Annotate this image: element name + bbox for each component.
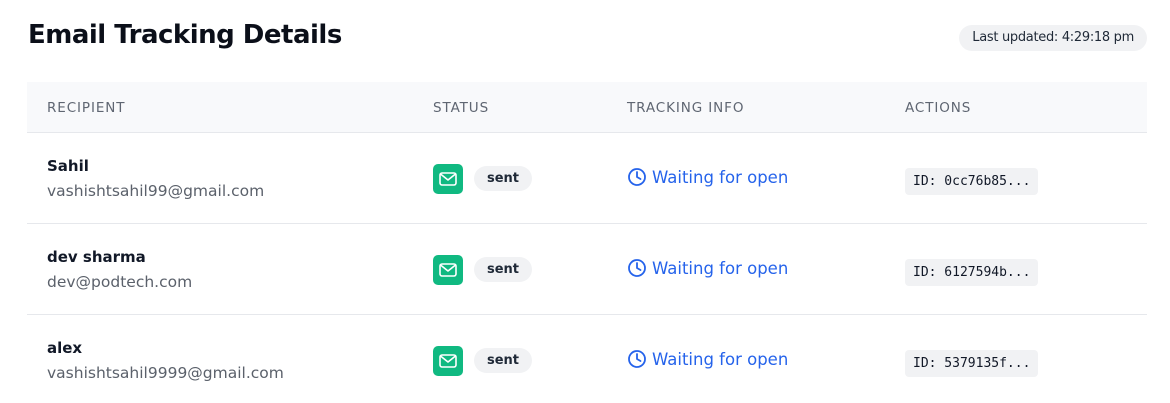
recipient-name: alex <box>47 339 83 357</box>
clock-icon <box>627 258 647 278</box>
column-header-actions: ACTIONS <box>905 100 972 116</box>
column-header-recipient: RECIPIENT <box>47 100 126 116</box>
recipient-name: Sahil <box>47 157 89 175</box>
status-badge: sent <box>474 257 533 282</box>
table-row: Sahil vashishtsahil99@gmail.com sent Wai… <box>27 133 1147 224</box>
mail-icon <box>433 164 463 194</box>
column-header-status: STATUS <box>433 100 490 116</box>
tracking-info: Waiting for open <box>627 258 788 278</box>
email-tracking-page: Email Tracking Details Last updated: 4:2… <box>0 0 1170 403</box>
tracking-info: Waiting for open <box>627 349 788 369</box>
message-id-chip[interactable]: ID: 5379135f... <box>905 350 1039 377</box>
tracking-info: Waiting for open <box>627 167 788 187</box>
mail-icon <box>433 255 463 285</box>
clock-icon <box>627 349 647 369</box>
table-row: alex vashishtsahil9999@gmail.com sent Wa… <box>27 315 1147 403</box>
recipient-email: vashishtsahil99@gmail.com <box>47 182 265 200</box>
last-updated-badge: Last updated: 4:29:18 pm <box>959 25 1147 51</box>
status-badge: sent <box>474 348 533 373</box>
recipient-email: vashishtsahil9999@gmail.com <box>47 364 284 382</box>
status-badge: sent <box>474 166 533 191</box>
message-id-chip[interactable]: ID: 6127594b... <box>905 259 1039 286</box>
tracking-text: Waiting for open <box>652 349 789 369</box>
message-id-chip[interactable]: ID: 0cc76b85... <box>905 168 1039 195</box>
column-header-tracking-info: TRACKING INFO <box>627 100 745 116</box>
tracking-text: Waiting for open <box>652 167 789 187</box>
table-header: RECIPIENT STATUS TRACKING INFO ACTIONS <box>27 82 1147 133</box>
table-row: dev sharma dev@podtech.com sent Waiting … <box>27 224 1147 315</box>
mail-icon <box>433 346 463 376</box>
tracking-table: RECIPIENT STATUS TRACKING INFO ACTIONS S… <box>27 82 1147 403</box>
page-title: Email Tracking Details <box>28 20 342 50</box>
clock-icon <box>627 167 647 187</box>
recipient-email: dev@podtech.com <box>47 273 193 291</box>
recipient-name: dev sharma <box>47 248 146 266</box>
tracking-text: Waiting for open <box>652 258 789 278</box>
